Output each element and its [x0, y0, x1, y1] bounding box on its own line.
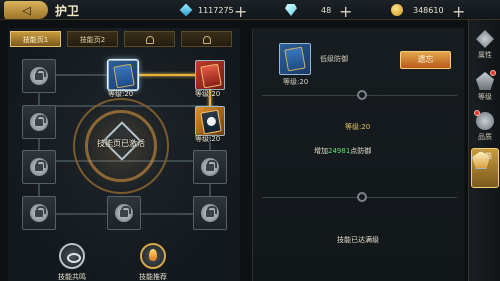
skill-recommend-label: 技能推荐 [139, 273, 167, 281]
eye-icon [59, 243, 85, 269]
lock-icon [202, 36, 211, 44]
diamond-value: 48 [321, 5, 332, 15]
skill-slot-locked[interactable] [22, 196, 56, 230]
skill-level-label: 等级:20 [108, 90, 134, 98]
gem-icon [179, 3, 193, 17]
lock-icon [30, 67, 48, 85]
skill-slot-locked[interactable] [22, 59, 56, 93]
nav-label: 属性 [478, 51, 492, 59]
selected-skill-icon [279, 43, 311, 75]
tab-locked-4[interactable] [181, 31, 232, 47]
notification-dot [474, 110, 480, 116]
attribute-icon [476, 30, 494, 48]
emblem-status-text: 技能页已激活 [97, 139, 145, 148]
skill-book-icon [200, 63, 222, 89]
skill-slot-2[interactable] [195, 60, 225, 90]
diamond-add-button[interactable]: + [339, 2, 352, 21]
lock-icon [30, 158, 48, 176]
skill-slot-locked[interactable] [22, 105, 56, 139]
skill-slot-locked[interactable] [193, 150, 227, 184]
coin-icon [391, 4, 403, 16]
coin-add-button[interactable]: + [452, 2, 465, 21]
nav-skills[interactable]: 技能 [471, 148, 499, 188]
gem-value: 1117275 [198, 5, 234, 15]
forget-skill-button[interactable]: 遗忘 [400, 51, 451, 69]
skill-recommend-button[interactable]: 技能推荐 [131, 243, 175, 281]
skill-slot-locked[interactable] [193, 196, 227, 230]
lock-icon [201, 158, 219, 176]
skill-level: 等级:20 [283, 78, 309, 86]
gear-divider-icon [357, 192, 367, 202]
tab-locked-3[interactable] [124, 31, 175, 47]
skill-slot-locked[interactable] [22, 150, 56, 184]
skill-slot-defense[interactable] [107, 59, 139, 91]
active-connector [135, 74, 197, 76]
tab-skill-page-1[interactable]: 技能页1 [10, 31, 61, 47]
skill-effect: 增加24981点防御 [314, 146, 371, 156]
back-button[interactable]: ◁ [4, 1, 48, 19]
gem-counter: 1117275 [179, 3, 234, 17]
skill-book-icon [284, 46, 306, 72]
nav-label: 品质 [478, 133, 492, 141]
skill-name: 低级防御 [320, 55, 348, 63]
coin-value: 348610 [413, 5, 444, 15]
skill-slot-locked[interactable] [107, 196, 141, 230]
skill-book-icon [113, 63, 135, 89]
lock-icon [115, 204, 133, 222]
skill-slot-3[interactable] [195, 106, 225, 136]
lock-icon [30, 113, 48, 131]
lock-icon [30, 204, 48, 222]
page-title: 护卫 [55, 4, 80, 18]
nav-label: 等级 [478, 93, 492, 101]
effect-prefix: 增加 [314, 147, 328, 155]
lock-icon [201, 204, 219, 222]
nav-level[interactable]: 等级 [471, 70, 499, 110]
tab-skill-page-2[interactable]: 技能页2 [67, 31, 118, 47]
effect-suffix: 点防御 [350, 147, 372, 155]
skill-level-label: 等级:20 [195, 90, 221, 98]
skill-resonance-button[interactable]: 技能共鸣 [50, 243, 94, 281]
lock-icon [145, 36, 154, 44]
diamond-counter: 48 [285, 3, 331, 17]
notification-dot [490, 70, 496, 76]
effect-value: 24981 [328, 147, 351, 155]
diamond-icon [285, 4, 297, 16]
coin-counter: 348610 [391, 3, 444, 17]
gem-add-button[interactable]: + [234, 2, 247, 21]
current-level: 等级:20 [345, 123, 371, 131]
flame-icon [140, 243, 166, 269]
skill-level-label: 等级:20 [195, 135, 221, 143]
back-arrow-icon: ◁ [22, 3, 31, 17]
skill-resonance-label: 技能共鸣 [58, 273, 86, 281]
nav-quality[interactable]: 品质 [471, 110, 499, 150]
gear-divider-icon [357, 90, 367, 100]
skill-book-icon [200, 109, 222, 135]
skill-page-tabs: 技能页1 技能页2 [10, 31, 232, 47]
nav-attributes[interactable]: 属性 [471, 28, 499, 68]
max-level-text: 技能已达满级 [337, 236, 379, 244]
